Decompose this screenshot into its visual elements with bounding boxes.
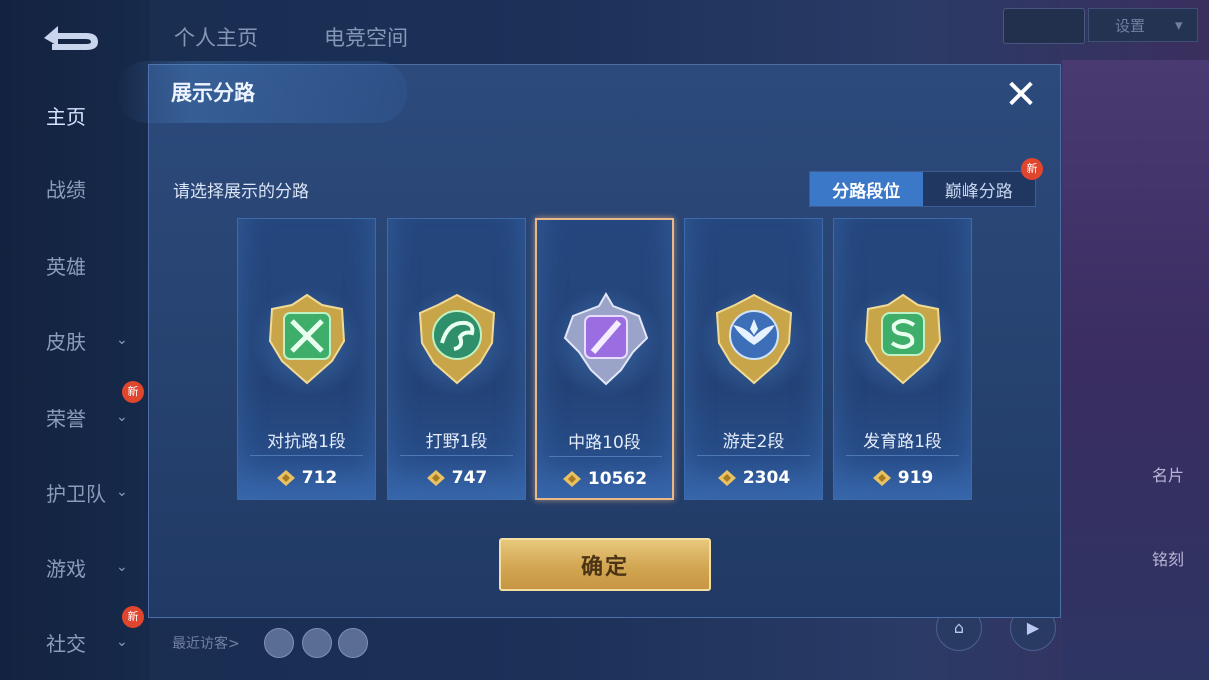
new-badge: 新 bbox=[122, 606, 144, 628]
chevron-down-icon: ⌄ bbox=[116, 409, 128, 425]
card-label: 对抗路1段 bbox=[267, 432, 346, 452]
tab-peak-lane[interactable]: 巅峰分路 新 bbox=[923, 158, 1043, 206]
mage-crystal-emblem-icon bbox=[563, 292, 649, 386]
close-icon[interactable]: ✕ bbox=[1001, 75, 1041, 115]
card-label: 游走2段 bbox=[722, 432, 785, 452]
settings-dropdown[interactable]: 设置 ▾ bbox=[1088, 8, 1198, 42]
card-label: 发育路1段 bbox=[863, 432, 942, 452]
sidebar-item-label: 主页 bbox=[46, 104, 86, 129]
divider bbox=[250, 455, 363, 456]
power-points-icon bbox=[276, 470, 295, 486]
card-score: 10562 bbox=[537, 469, 672, 489]
sidebar-item[interactable]: 皮肤 ⌄ bbox=[0, 320, 150, 360]
power-points-icon bbox=[717, 470, 736, 486]
score-value: 2304 bbox=[742, 468, 791, 488]
sidebar-item-label: 护卫队 bbox=[46, 481, 106, 506]
lane-card-jungle[interactable]: 打野1段 747 bbox=[387, 218, 526, 500]
card-score: 2304 bbox=[685, 468, 822, 488]
power-points-icon bbox=[426, 470, 445, 486]
tab-esports[interactable]: 电竞空间 bbox=[324, 22, 408, 52]
chevron-down-icon: ⌄ bbox=[116, 332, 128, 348]
sidebar-item[interactable]: 英雄 bbox=[0, 245, 150, 285]
settings-label: 设置 bbox=[1115, 16, 1146, 35]
sidebar-item-label: 游戏 bbox=[46, 556, 86, 581]
sword-emblem-icon bbox=[268, 293, 346, 385]
recent-visitors-link[interactable]: 最近访客> bbox=[172, 633, 240, 653]
card-score: 747 bbox=[388, 468, 525, 488]
lane-card-farm[interactable]: 发育路1段 919 bbox=[833, 218, 972, 500]
new-badge: 新 bbox=[122, 381, 144, 403]
tab-lane-rank-label: 分路段位 bbox=[832, 181, 901, 202]
lane-type-switch: 分路段位 巅峰分路 新 bbox=[809, 158, 1043, 207]
sidebar-item-label: 荣誉 bbox=[46, 406, 86, 431]
score-value: 919 bbox=[897, 468, 934, 488]
sidebar-item-label: 英雄 bbox=[46, 254, 86, 279]
divider bbox=[846, 455, 959, 456]
new-badge: 新 bbox=[1021, 158, 1043, 180]
namecard-button[interactable]: 名片 bbox=[1152, 462, 1184, 486]
sidebar-item[interactable]: 社交 ⌄ 新 bbox=[0, 606, 150, 662]
tab-profile[interactable]: 个人主页 bbox=[174, 22, 258, 52]
score-value: 747 bbox=[451, 468, 488, 488]
card-label: 打野1段 bbox=[425, 432, 488, 452]
avatar[interactable] bbox=[338, 628, 368, 658]
inscription-button[interactable]: 铭刻 bbox=[1152, 546, 1184, 570]
lane-display-dialog: 展示分路 ✕ 请选择展示的分路 分路段位 巅峰分路 新 对抗路1段 712 打野… bbox=[117, 61, 1061, 618]
card-score: 919 bbox=[834, 468, 971, 488]
divider bbox=[697, 455, 810, 456]
tab-lane-rank[interactable]: 分路段位 bbox=[810, 172, 923, 206]
hero-showcase-background bbox=[1062, 60, 1209, 680]
score-value: 712 bbox=[301, 468, 338, 488]
dialog-title: 展示分路 bbox=[171, 81, 255, 105]
wings-emblem-icon bbox=[715, 293, 793, 385]
sidebar-item[interactable]: 护卫队 ⌄ bbox=[0, 472, 150, 512]
rank-badge[interactable] bbox=[1003, 8, 1085, 44]
power-points-icon bbox=[872, 470, 891, 486]
card-label: 中路10段 bbox=[568, 433, 641, 453]
chevron-down-icon: ▾ bbox=[1175, 16, 1183, 34]
chevron-down-icon: ⌄ bbox=[116, 484, 128, 500]
sidebar-item-label: 战绩 bbox=[46, 177, 86, 202]
bow-emblem-icon bbox=[864, 293, 942, 385]
sidebar-item[interactable]: 战绩 bbox=[0, 168, 150, 208]
avatar[interactable] bbox=[302, 628, 332, 658]
back-arrow-icon[interactable] bbox=[38, 20, 102, 54]
confirm-label: 确定 bbox=[580, 554, 629, 580]
score-value: 10562 bbox=[587, 469, 648, 489]
confirm-button[interactable]: 确定 bbox=[499, 538, 711, 591]
card-score: 712 bbox=[238, 468, 375, 488]
chevron-down-icon: ⌄ bbox=[116, 559, 128, 575]
power-points-icon bbox=[562, 471, 581, 487]
chevron-down-icon: ⌄ bbox=[116, 634, 128, 650]
lane-card-mid[interactable]: 中路10段 10562 bbox=[535, 218, 674, 500]
sidebar-item-label: 社交 bbox=[46, 631, 86, 656]
tab-peak-lane-label: 巅峰分路 bbox=[944, 181, 1013, 202]
dragon-emblem-icon bbox=[418, 293, 496, 385]
select-prompt: 请选择展示的分路 bbox=[173, 182, 309, 202]
divider bbox=[400, 455, 513, 456]
title-ribbon bbox=[117, 61, 407, 123]
lane-card-roam[interactable]: 游走2段 2304 bbox=[684, 218, 823, 500]
sidebar-item[interactable]: 游戏 ⌄ bbox=[0, 547, 150, 587]
lane-card-top[interactable]: 对抗路1段 712 bbox=[237, 218, 376, 500]
sidebar-item[interactable]: 荣誉 ⌄ 新 bbox=[0, 381, 150, 437]
avatar[interactable] bbox=[264, 628, 294, 658]
divider bbox=[549, 456, 662, 457]
sidebar-item-label: 皮肤 bbox=[46, 329, 86, 354]
